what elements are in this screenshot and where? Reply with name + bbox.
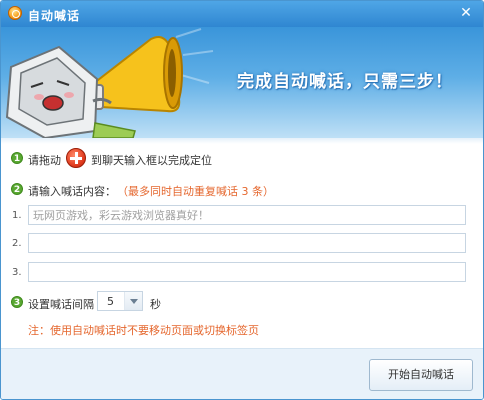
close-icon[interactable]: ✕: [458, 5, 474, 21]
message-1-input[interactable]: [28, 205, 466, 225]
titlebar: 自动喊话 ✕: [1, 1, 483, 27]
step-1-number: 1: [11, 152, 23, 164]
message-2-index: 2.: [12, 238, 22, 249]
message-1-index: 1.: [12, 210, 22, 221]
step-2-label: 请输入喊话内容：: [28, 185, 116, 198]
drag-target-icon[interactable]: [66, 148, 86, 168]
footer: 开始自动喊话: [1, 348, 483, 399]
banner-slogan: 完成自动喊话，只需三步！: [237, 72, 453, 92]
interval-select[interactable]: 5: [97, 291, 143, 311]
dropdown-arrow-icon[interactable]: [124, 292, 142, 310]
interval-value: 5: [107, 295, 114, 308]
start-auto-shout-button[interactable]: 开始自动喊话: [369, 359, 473, 391]
message-3-input[interactable]: [28, 262, 466, 282]
shout-settings: 1 请拖动 到聊天输入框以完成定位 2 请输入喊话内容： （最多同时自动重复喊话…: [1, 138, 483, 348]
message-3-index: 3.: [12, 267, 22, 278]
step-3-number: 3: [11, 296, 23, 308]
step-3-label: 设置喊话间隔: [28, 298, 94, 311]
window-title: 自动喊话: [28, 9, 81, 23]
usage-note: 注：使用自动喊话时不要移动页面或切换标签页: [28, 324, 259, 337]
step-1-suffix: 到聊天输入框以完成定位: [91, 154, 212, 167]
auto-shout-window: 自动喊话 ✕ 完成自动喊话，只需三步！ 1 请拖动 到聊天输入框以完成定位 2 …: [0, 0, 484, 400]
megaphone-illustration: [5, 28, 214, 138]
step-2-number: 2: [11, 183, 23, 195]
message-2-input[interactable]: [28, 233, 466, 253]
banner: 完成自动喊话，只需三步！: [1, 27, 483, 138]
step-2-hint: （最多同时自动重复喊话 3 条）: [117, 185, 274, 198]
step-1-prefix: 请拖动: [28, 154, 61, 167]
interval-unit: 秒: [150, 298, 161, 311]
app-logo-icon: [8, 6, 22, 20]
